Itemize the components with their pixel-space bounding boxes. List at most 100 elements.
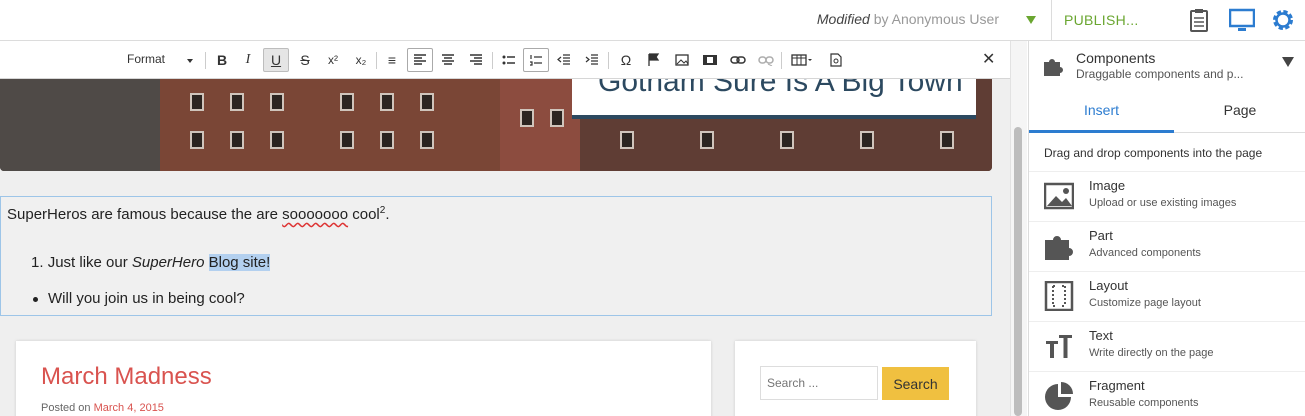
toolbar-separator <box>376 52 377 69</box>
panel-title: Components <box>1076 50 1156 66</box>
superscript-button[interactable]: x² <box>320 48 346 72</box>
insert-media-icon[interactable] <box>697 48 723 72</box>
align-right-icon[interactable] <box>463 48 489 72</box>
hero-window <box>190 93 204 111</box>
image-icon <box>1044 182 1074 210</box>
hero-window <box>340 93 354 111</box>
search-button[interactable]: Search <box>882 367 949 400</box>
hero-building <box>160 79 500 171</box>
hero-window <box>700 131 714 149</box>
align-center-icon[interactable] <box>435 48 461 72</box>
paragraph[interactable]: SuperHeros are famous because the are so… <box>7 205 389 223</box>
components-panel: Components Draggable components and p...… <box>1028 41 1305 416</box>
list-text: Will you join us in being cool? <box>48 290 245 307</box>
hero-window <box>520 109 534 127</box>
film-glyph <box>703 55 717 65</box>
page-editor: Format B I U S x² x₂ ≡ Ω ✕ Gotham Sure I… <box>0 41 1010 416</box>
bullet-list-glyph <box>502 55 515 65</box>
hero-window <box>620 131 634 149</box>
anchor-flag-icon[interactable] <box>641 48 667 72</box>
component-fragment[interactable]: Fragment Reusable components <box>1029 372 1305 416</box>
close-icon[interactable]: ✕ <box>982 49 995 69</box>
search-input[interactable] <box>760 366 878 400</box>
status-dropdown-icon[interactable] <box>1026 16 1036 24</box>
list-item[interactable]: Will you join us in being cool? <box>31 290 245 307</box>
component-text[interactable]: Text Write directly on the page <box>1029 322 1305 372</box>
chevron-down-icon[interactable] <box>187 59 193 63</box>
strikethrough-button[interactable]: S <box>292 48 318 72</box>
post-date[interactable]: March 4, 2015 <box>94 402 164 414</box>
indent-icon[interactable] <box>579 48 605 72</box>
misspelled-word: sooooooo <box>282 206 349 223</box>
list-emphasis: SuperHero <box>131 254 205 271</box>
scrollbar[interactable] <box>1010 41 1027 416</box>
clipboard-icon[interactable] <box>1186 7 1212 33</box>
search-widget: Search <box>735 341 976 416</box>
align-justify-icon[interactable]: ≡ <box>379 48 405 72</box>
tab-page[interactable]: Page <box>1174 91 1305 133</box>
status-modified: Modified <box>816 11 870 27</box>
layout-icon <box>1044 281 1074 311</box>
format-dropdown[interactable]: Format <box>127 52 165 66</box>
component-name: Image <box>1089 178 1126 193</box>
table-icon[interactable] <box>786 48 818 72</box>
hero-window <box>190 131 204 149</box>
insert-image-icon[interactable] <box>669 48 695 72</box>
hero-window <box>860 131 874 149</box>
bulleted-list-icon[interactable] <box>496 48 522 72</box>
hero-window <box>420 131 434 149</box>
publish-button[interactable]: PUBLISH... <box>1064 12 1139 28</box>
divider <box>1051 0 1052 41</box>
outdent-icon[interactable] <box>551 48 577 72</box>
unlink-icon[interactable] <box>753 48 779 72</box>
hero-building <box>500 79 580 171</box>
posted-on-label: Posted on <box>41 402 91 414</box>
special-char-button[interactable]: Ω <box>613 48 639 72</box>
panel-subtitle: Draggable components and p... <box>1076 67 1244 81</box>
panel-hint: Drag and drop components into the page <box>1044 146 1263 160</box>
hero-window <box>340 131 354 149</box>
status-text: Modified by Anonymous User <box>817 11 999 27</box>
paragraph-text: SuperHeros are famous because the are <box>7 206 283 223</box>
hero-building <box>0 79 160 171</box>
flag-glyph <box>648 53 660 66</box>
monitor-icon[interactable] <box>1229 7 1255 33</box>
source-code-icon[interactable] <box>823 48 849 72</box>
text-component[interactable]: SuperHeros are famous because the are so… <box>0 196 992 316</box>
toolbar-separator <box>781 52 782 69</box>
bullet-icon <box>33 296 38 302</box>
component-part[interactable]: Part Advanced components <box>1029 222 1305 272</box>
subscript-button[interactable]: x₂ <box>348 48 374 72</box>
component-desc: Advanced components <box>1089 247 1201 259</box>
underline-button[interactable]: U <box>263 48 289 72</box>
status-user: by Anonymous User <box>873 11 999 27</box>
scroll-thumb[interactable] <box>1014 127 1022 416</box>
numbered-list-icon[interactable] <box>523 48 549 72</box>
link-icon[interactable] <box>725 48 751 72</box>
italic-button[interactable]: I <box>235 48 261 72</box>
align-left-icon[interactable] <box>407 48 433 72</box>
hero-window <box>270 131 284 149</box>
hero-window <box>380 131 394 149</box>
gear-icon[interactable] <box>1270 7 1296 33</box>
component-image[interactable]: Image Upload or use existing images <box>1029 172 1305 222</box>
puzzle-icon <box>1044 59 1063 76</box>
image-glyph <box>675 54 689 66</box>
hero-window <box>230 93 244 111</box>
hero-window <box>380 93 394 111</box>
component-name: Fragment <box>1089 378 1145 393</box>
tab-insert[interactable]: Insert <box>1029 91 1174 133</box>
hero-window <box>940 131 954 149</box>
indent-glyph <box>585 54 598 65</box>
post-title[interactable]: March Madness <box>41 363 212 391</box>
bold-button[interactable]: B <box>209 48 235 72</box>
component-layout[interactable]: Layout Customize page layout <box>1029 272 1305 322</box>
rich-text-toolbar: Format B I U S x² x₂ ≡ Ω ✕ <box>0 41 1010 79</box>
list-item[interactable]: 1. Just like our SuperHero Blog site! <box>31 254 271 271</box>
text-size-icon <box>1046 335 1072 358</box>
toolbar-separator <box>492 52 493 69</box>
unlink-glyph <box>758 56 774 66</box>
chevron-down-icon[interactable] <box>1282 57 1294 67</box>
paragraph-period: . <box>385 206 390 223</box>
document-glyph <box>830 53 842 67</box>
